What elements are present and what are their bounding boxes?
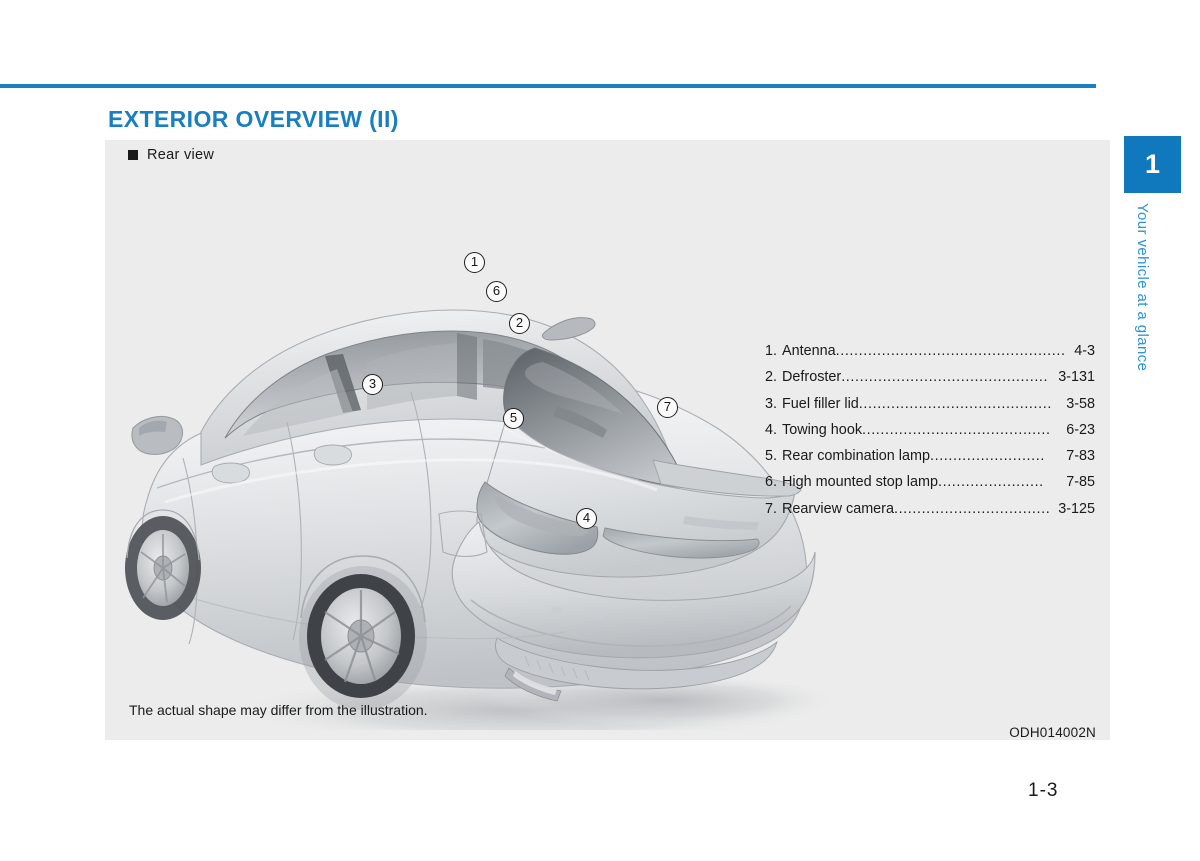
header-rule — [0, 84, 1096, 88]
legend-label: Antenna — [782, 343, 836, 359]
legend-leader-dots: ......................... — [930, 448, 1045, 465]
callout-number: 4 — [582, 510, 591, 525]
legend-leader-dots: ........................................… — [862, 421, 1051, 438]
legend-item-1: 1. Antenna .............................… — [765, 338, 1095, 364]
callout-number: 1 — [470, 254, 479, 269]
legend-item-3: 3. Fuel filler lid .....................… — [765, 391, 1095, 417]
callout-number: 5 — [509, 410, 518, 425]
figure-subhead-label: Rear view — [147, 147, 215, 163]
legend-page-ref: 7-83 — [1066, 448, 1095, 465]
legend-item-4: 4. Towing hook .........................… — [765, 417, 1095, 443]
legend-label: Rearview camera — [782, 500, 894, 517]
callout-marker-1: 1 — [464, 252, 485, 273]
legend-page-ref: 6-23 — [1066, 421, 1095, 438]
legend-leader-dots: ....................... — [938, 474, 1044, 491]
callout-marker-6: 6 — [486, 281, 507, 302]
legend-page-ref: 4-3 — [1074, 343, 1095, 359]
legend-number: 6. — [765, 474, 778, 491]
legend-label: Fuel filler lid — [782, 395, 859, 412]
legend-number: 7. — [765, 500, 778, 517]
legend-number: 2. — [765, 369, 778, 386]
legend-leader-dots: .................................. — [893, 500, 1051, 517]
callout-marker-3: 3 — [362, 374, 383, 395]
square-bullet-icon — [128, 150, 138, 160]
figure-panel: Rear view 1 6 2 3 5 7 4 1. Antenna .....… — [105, 140, 1110, 740]
parts-legend: 1. Antenna .............................… — [765, 338, 1095, 522]
figure-subhead: Rear view — [128, 147, 214, 163]
legend-page-ref: 3-58 — [1066, 395, 1095, 412]
callout-marker-5: 5 — [503, 408, 524, 429]
legend-number: 4. — [765, 421, 778, 438]
chapter-title-label: Your vehicle at a glance — [1134, 203, 1151, 372]
legend-label: High mounted stop lamp — [782, 474, 939, 491]
chapter-number-tab: 1 — [1124, 136, 1181, 193]
figure-caption: The actual shape may differ from the ill… — [129, 702, 428, 718]
legend-page-ref: 3-131 — [1058, 369, 1095, 386]
vehicle-drawing — [125, 309, 845, 730]
callout-number: 3 — [368, 376, 377, 391]
legend-label: Defroster — [782, 369, 842, 386]
legend-leader-dots: ........................................… — [835, 343, 1066, 359]
vehicle-illustration — [105, 170, 865, 730]
legend-leader-dots: ........................................… — [858, 395, 1052, 412]
legend-item-6: 6. High mounted stop lamp ..............… — [765, 469, 1095, 495]
legend-number: 5. — [765, 448, 778, 465]
callout-marker-2: 2 — [509, 313, 530, 334]
legend-number: 3. — [765, 395, 778, 412]
callout-number: 2 — [515, 315, 524, 330]
legend-label: Rear combination lamp — [782, 448, 930, 465]
legend-item-2: 2. Defroster ...........................… — [765, 364, 1095, 390]
legend-item-5: 5. Rear combination lamp ...............… — [765, 443, 1095, 469]
legend-page-ref: 3-125 — [1058, 500, 1095, 517]
figure-code: ODH014002N — [1009, 725, 1096, 740]
legend-label: Towing hook — [782, 421, 863, 438]
page-title: EXTERIOR OVERVIEW (II) — [108, 106, 399, 132]
callout-marker-4: 4 — [576, 508, 597, 529]
legend-number: 1. — [765, 343, 778, 359]
page-number: 1-3 — [1028, 780, 1059, 801]
manual-page: EXTERIOR OVERVIEW (II) Rear view 1 6 2 3… — [0, 0, 1200, 861]
legend-page-ref: 7-85 — [1066, 474, 1095, 491]
callout-marker-7: 7 — [657, 397, 678, 418]
callout-number: 6 — [492, 283, 501, 298]
legend-item-7: 7. Rearview camera .....................… — [765, 496, 1095, 522]
callout-number: 7 — [663, 399, 672, 414]
legend-leader-dots: ........................................… — [841, 369, 1049, 386]
